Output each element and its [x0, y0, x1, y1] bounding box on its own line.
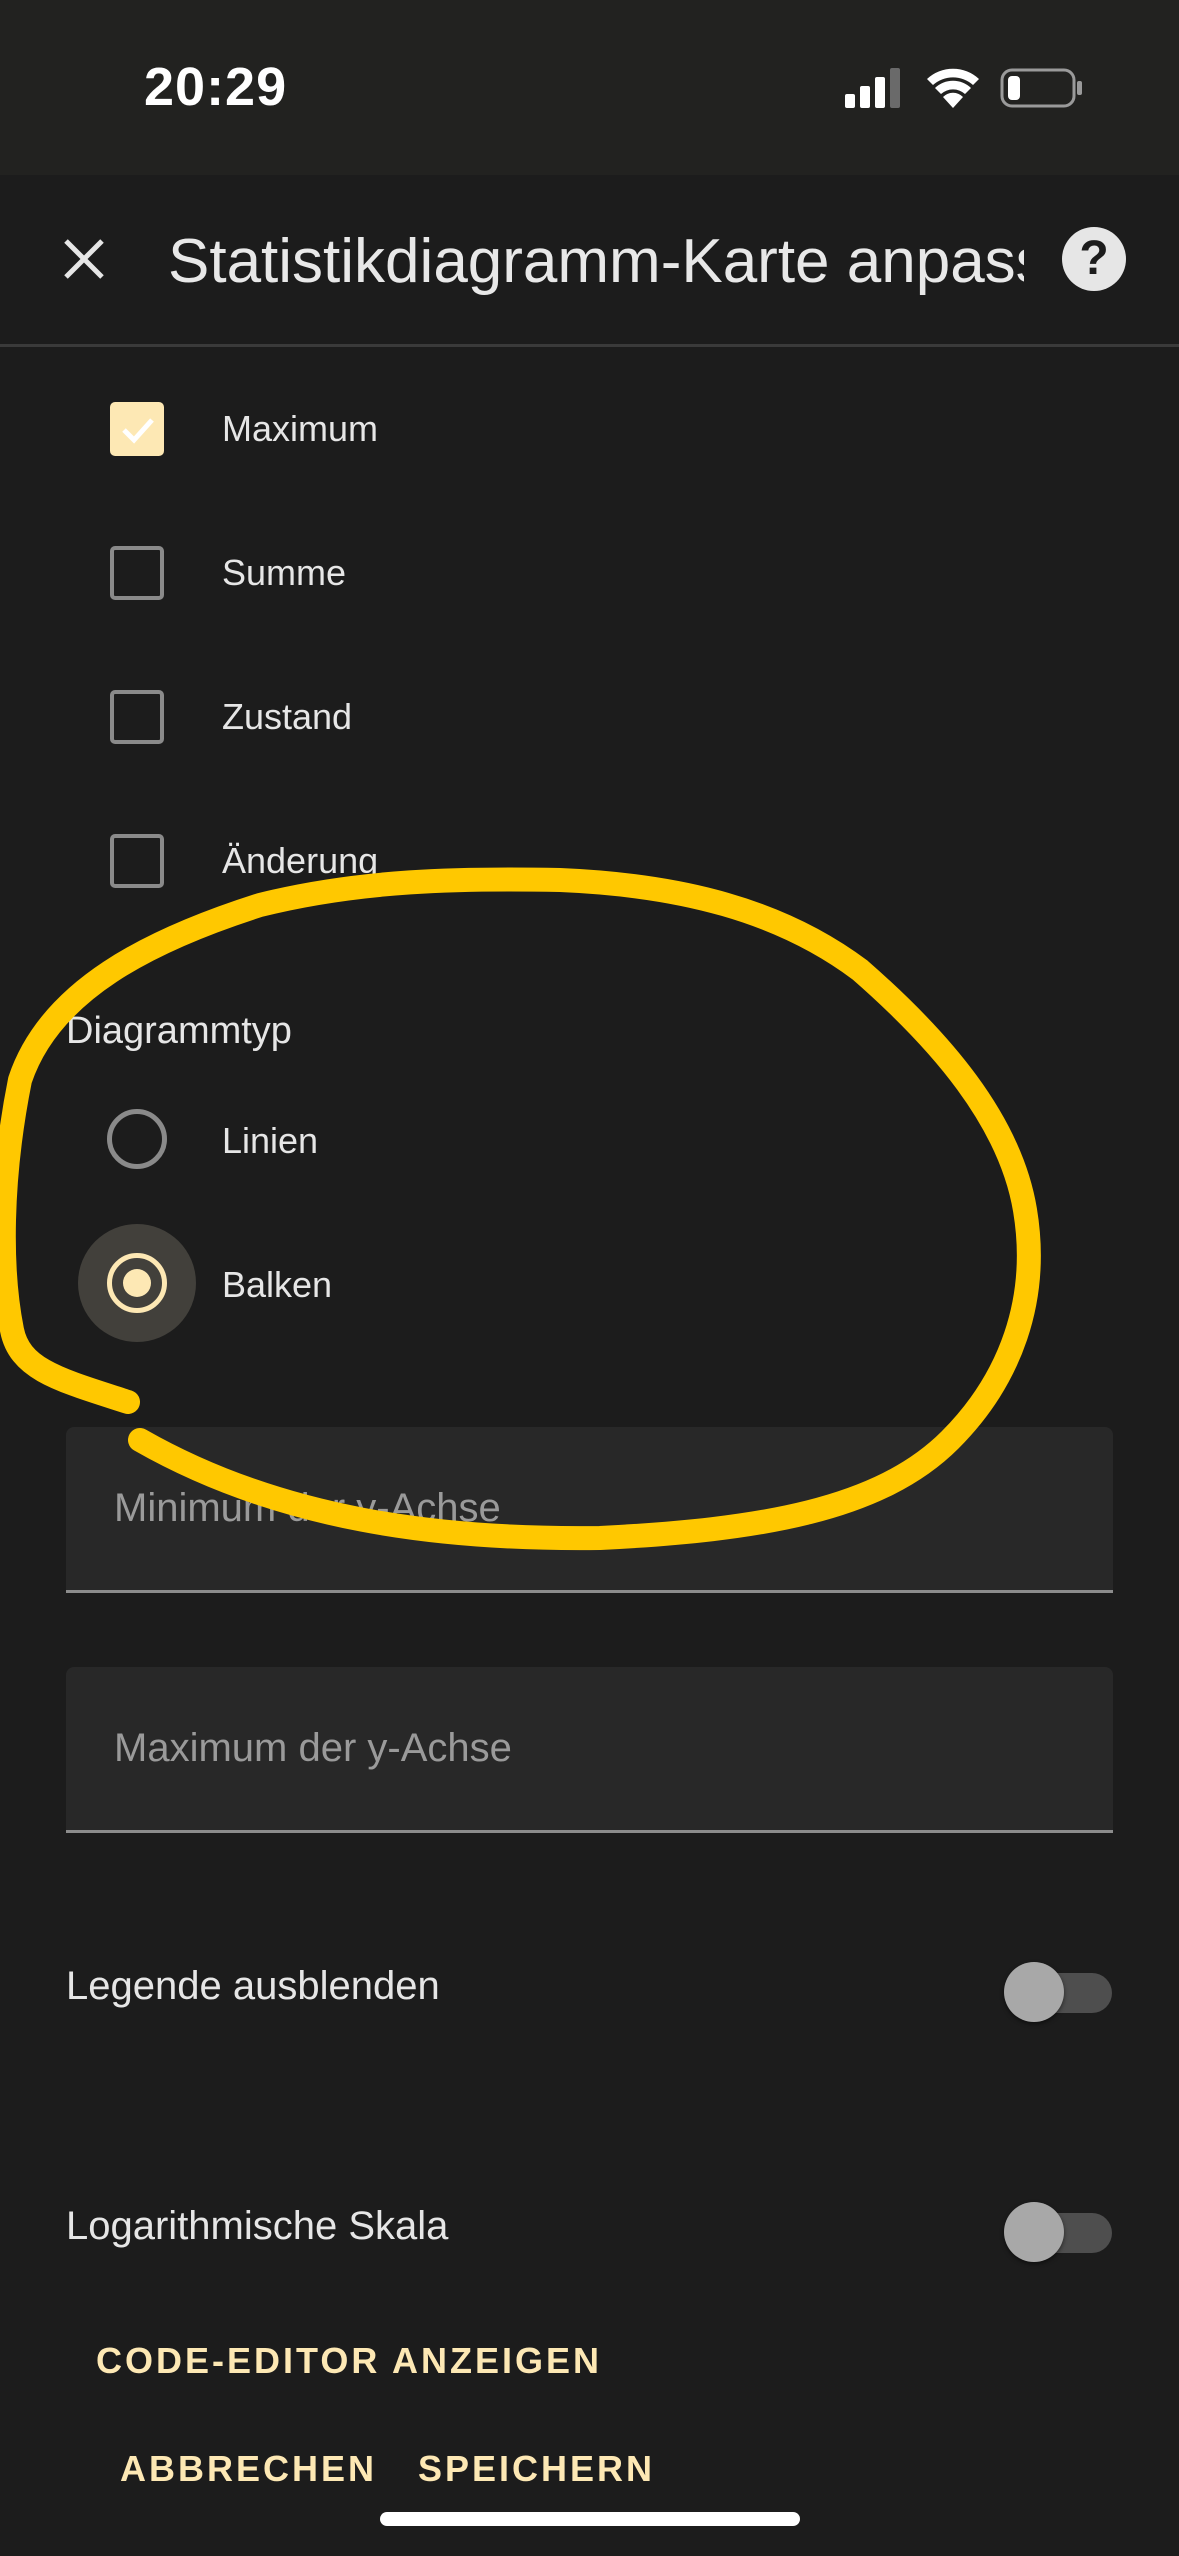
checkbox-zustand[interactable] — [110, 690, 164, 744]
switch-thumb[interactable] — [1004, 1962, 1064, 2022]
y-max-input[interactable] — [114, 1667, 1064, 1830]
y-min-input[interactable] — [114, 1427, 1064, 1590]
checkbox-label: Summe — [222, 552, 347, 593]
checkbox-row-maximum[interactable]: Maximum — [0, 370, 1179, 490]
radio-row-linien[interactable]: Linien — [0, 1074, 1179, 1204]
checkbox-maximum[interactable] — [110, 402, 164, 456]
switch-thumb[interactable] — [1004, 2202, 1064, 2262]
help-icon[interactable]: ? — [1062, 227, 1126, 291]
status-time: 20:29 — [144, 57, 288, 117]
close-icon — [64, 239, 104, 279]
radio-label: Linien — [222, 1120, 319, 1161]
y-max-field[interactable] — [66, 1667, 1113, 1833]
hide-legend-label: Legende ausblenden — [66, 1964, 440, 2008]
radio-balken[interactable] — [107, 1253, 167, 1313]
home-indicator — [380, 2512, 800, 2526]
close-button[interactable] — [48, 223, 120, 295]
status-bar: 20:29 — [0, 0, 1179, 175]
checkbox-summe[interactable] — [110, 546, 164, 600]
log-scale-label: Logarithmische Skala — [66, 2204, 449, 2248]
hide-legend-row: Legende ausblenden — [0, 1940, 1179, 2040]
save-button[interactable]: SPEICHERN — [418, 2448, 655, 2490]
battery-icon — [1000, 68, 1082, 108]
radio-linien[interactable] — [107, 1109, 167, 1169]
radio-label: Balken — [222, 1264, 333, 1305]
checkbox-label: Änderung — [222, 840, 379, 881]
checkbox-row-summe[interactable]: Summe — [0, 514, 1179, 634]
checkbox-label: Zustand — [222, 696, 353, 737]
checkbox-label: Maximum — [222, 408, 379, 449]
cellular-signal-icon — [845, 68, 900, 108]
checkbox-aenderung[interactable] — [110, 834, 164, 888]
wifi-icon — [927, 68, 979, 108]
log-scale-row: Logarithmische Skala — [0, 2180, 1179, 2280]
show-code-editor-button[interactable]: CODE-EDITOR ANZEIGEN — [96, 2340, 602, 2382]
chart-type-heading: Diagrammtyp — [66, 1010, 292, 1052]
radio-row-balken[interactable]: Balken — [0, 1218, 1179, 1348]
y-min-field[interactable] — [66, 1427, 1113, 1593]
checkbox-row-zustand[interactable]: Zustand — [0, 658, 1179, 778]
cancel-button[interactable]: ABBRECHEN — [120, 2448, 377, 2490]
dialog-title: Statistikdiagramm-Karte anpassen — [168, 227, 1024, 296]
checkbox-row-aenderung[interactable]: Änderung — [0, 802, 1179, 922]
app-bar: Statistikdiagramm-Karte anpassen ? — [0, 175, 1179, 347]
checkmark-icon — [122, 418, 154, 444]
